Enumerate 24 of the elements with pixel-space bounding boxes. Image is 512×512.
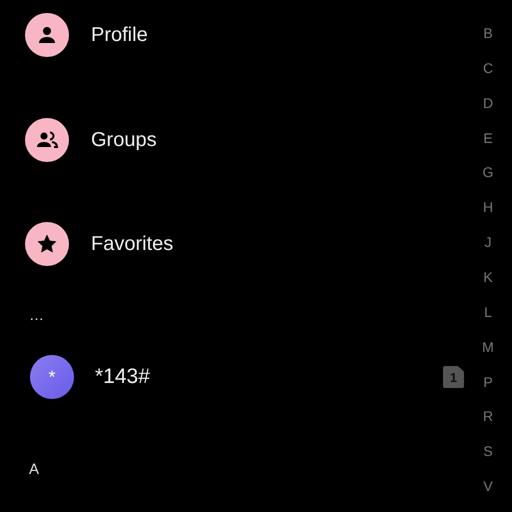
section-header: … (29, 306, 44, 324)
index-letter[interactable]: H (482, 199, 494, 216)
index-letter[interactable]: J (484, 234, 492, 250)
index-letter[interactable]: K (483, 269, 493, 286)
index-letter[interactable]: V (483, 478, 493, 494)
index-letter[interactable]: G (482, 164, 494, 180)
index-letter[interactable]: D (482, 94, 494, 111)
section-header: A (29, 460, 40, 478)
person-icon (25, 13, 69, 57)
people-icon (25, 118, 69, 162)
index-letter[interactable]: L (484, 304, 492, 320)
index-letter[interactable]: R (482, 408, 494, 424)
index-letter[interactable]: E (483, 130, 493, 146)
index-letter[interactable]: C (482, 60, 494, 76)
index-letter[interactable]: M (482, 338, 494, 355)
contact-name[interactable]: *143# (95, 365, 422, 389)
index-letter[interactable]: P (483, 374, 493, 390)
contact-avatar: * (30, 355, 74, 399)
shortcut-label[interactable]: Favorites (91, 232, 174, 256)
shortcut-label[interactable]: Profile (91, 24, 148, 46)
index-letter[interactable]: S (483, 443, 493, 460)
sim-card-icon: 1 (443, 366, 464, 388)
shortcut-label[interactable]: Groups (91, 128, 157, 152)
index-letter[interactable]: B (483, 25, 493, 41)
